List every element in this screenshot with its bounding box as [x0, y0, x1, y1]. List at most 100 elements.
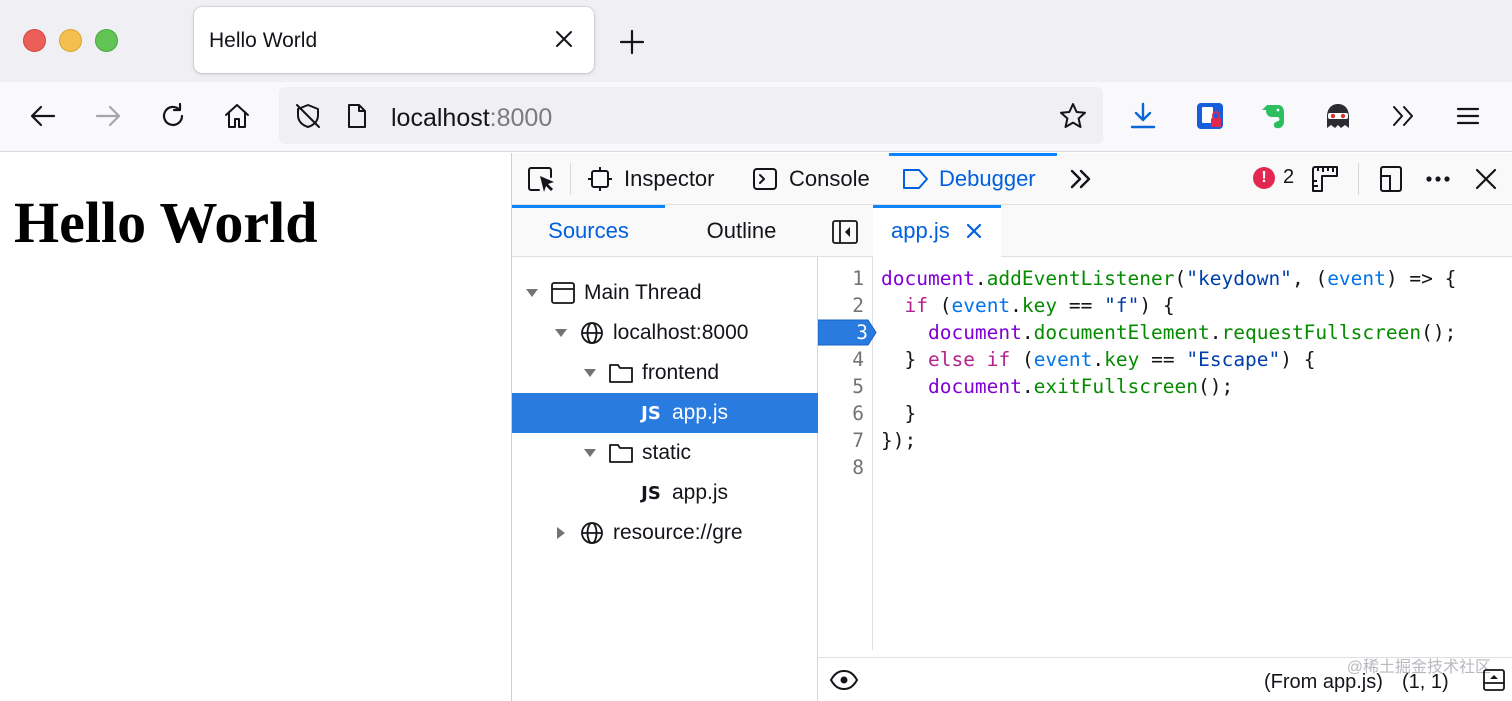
tree-item-label: resource://gre [613, 521, 743, 544]
home-button[interactable] [220, 99, 254, 133]
element-picker-icon[interactable] [526, 164, 556, 194]
toggle-sidebar-icon[interactable] [830, 217, 860, 247]
close-icon[interactable] [552, 27, 576, 51]
code-line[interactable]: document.documentElement.requestFullscre… [881, 319, 1456, 346]
navigation-toolbar: localhost:8000 [0, 82, 1512, 152]
toggle-bottom-panel-icon[interactable] [1481, 667, 1507, 693]
tree-item-localhost[interactable]: localhost:8000 [512, 313, 818, 353]
tree-item-label: app.js [672, 481, 729, 504]
line-number[interactable]: 5 [824, 373, 864, 400]
tree-item-label: Main Thread [584, 281, 702, 304]
tree-item-main-thread[interactable]: Main Thread [512, 273, 818, 313]
evernote-extension-button[interactable] [1256, 99, 1290, 133]
tab-title: Hello World [209, 29, 318, 52]
globe-icon [579, 520, 605, 546]
eye-icon[interactable] [828, 666, 860, 694]
line-number[interactable]: 8 [824, 454, 864, 481]
app-menu-button[interactable] [1451, 99, 1485, 133]
minimize-window-button[interactable] [59, 29, 82, 52]
close-window-button[interactable] [23, 29, 46, 52]
code-line[interactable]: document.exitFullscreen(); [881, 373, 1233, 400]
cursor-position: (1, 1) [1402, 671, 1449, 693]
folder-icon [608, 440, 634, 466]
tab-outline[interactable]: Outline [665, 205, 818, 257]
expanded-arrow-icon[interactable] [522, 283, 542, 303]
forward-button[interactable] [91, 99, 125, 133]
mapped-source-link[interactable]: (From app.js) [1264, 671, 1383, 694]
editor-tab-label: app.js [891, 218, 950, 243]
web-page-content: Hello World [0, 153, 511, 701]
line-number[interactable]: 2 [824, 292, 864, 319]
home-icon [225, 104, 249, 128]
dock-side-icon[interactable] [1376, 164, 1406, 194]
expanded-arrow-icon[interactable] [580, 443, 600, 463]
tab-debugger-label: Debugger [939, 166, 1036, 191]
console-icon [751, 165, 779, 193]
toolbar-divider [570, 163, 571, 195]
back-arrow-icon [30, 105, 56, 127]
close-icon[interactable] [964, 221, 984, 241]
bookmark-star-icon[interactable] [1058, 101, 1088, 131]
url-text[interactable]: localhost:8000 [391, 104, 552, 133]
tab-inspector[interactable]: Inspector [586, 153, 732, 205]
code-line[interactable]: } else if (event.key == "Escape") { [881, 346, 1315, 373]
tab-inspector-label: Inspector [624, 166, 715, 191]
forward-arrow-icon [95, 105, 121, 127]
new-tab-button[interactable] [618, 28, 646, 56]
chevron-double-right-icon [1393, 106, 1413, 126]
back-button[interactable] [26, 99, 60, 133]
error-icon: ! [1253, 166, 1275, 189]
url-host: localhost [391, 104, 490, 132]
url-bar[interactable]: localhost:8000 [279, 87, 1103, 144]
privacy-extension-button[interactable] [1321, 99, 1355, 133]
code-line[interactable]: if (event.key == "f") { [881, 292, 1174, 319]
js-file-icon: JS [641, 402, 661, 424]
line-number[interactable]: 4 [824, 346, 864, 373]
code-editor[interactable]: document.addEventListener("keydown", (ev… [873, 257, 1512, 650]
line-number[interactable]: 7 [824, 427, 864, 454]
collapsed-arrow-icon[interactable] [551, 523, 571, 543]
line-number[interactable]: 6 [824, 400, 864, 427]
tab-console[interactable]: Console [751, 153, 881, 205]
download-icon [1130, 102, 1156, 129]
editor-tab-app-js[interactable]: app.js [873, 205, 1001, 257]
expanded-arrow-icon[interactable] [551, 323, 571, 343]
tree-item-label: app.js [672, 401, 729, 424]
line-number[interactable]: 1 [824, 265, 864, 292]
source-tree: Main Thread localhost:8000 frontend JS a… [512, 273, 818, 553]
tree-item-label: frontend [642, 361, 720, 384]
breakpoint-marker[interactable]: 3 [818, 319, 878, 346]
browser-tab[interactable]: Hello World [194, 7, 594, 73]
zoom-window-button[interactable] [95, 29, 118, 52]
sources-tabs: Sources Outline [512, 205, 818, 257]
expanded-arrow-icon[interactable] [580, 363, 600, 383]
password-manager-extension-icon [1197, 103, 1223, 129]
tab-bar: Hello World [0, 0, 1512, 82]
code-line[interactable]: }); [881, 427, 916, 454]
rulers-icon[interactable] [1310, 164, 1340, 194]
tree-item-frontend-app-js[interactable]: JS app.js [512, 393, 818, 433]
devtools-toolbar: Inspector Console Debugger ! 2 [512, 153, 1512, 205]
code-line[interactable]: } [881, 400, 916, 427]
page-document-icon[interactable] [342, 101, 372, 131]
more-options-icon[interactable] [1423, 164, 1453, 194]
tab-debugger[interactable]: Debugger [889, 153, 1057, 205]
downloads-button[interactable] [1126, 99, 1160, 133]
reload-button[interactable] [156, 99, 190, 133]
more-tabs-chevron-icon[interactable] [1066, 164, 1096, 194]
tree-item-resource-gre[interactable]: resource://gre [512, 513, 818, 553]
devtools-panel: Inspector Console Debugger ! 2 Sources O… [511, 153, 1512, 701]
code-line[interactable]: document.addEventListener("keydown", (ev… [881, 265, 1456, 292]
close-devtools-icon[interactable] [1471, 164, 1501, 194]
tree-item-static-folder[interactable]: static [512, 433, 818, 473]
tracking-protection-shield-icon[interactable] [293, 101, 323, 131]
more-tools-button[interactable] [1386, 99, 1420, 133]
hamburger-menu-icon [1456, 107, 1480, 125]
password-manager-extension-button[interactable] [1193, 99, 1227, 133]
sources-pane: Sources Outline Main Thread localhost:80… [512, 205, 818, 701]
tree-item-frontend-folder[interactable]: frontend [512, 353, 818, 393]
tab-sources[interactable]: Sources [512, 205, 665, 257]
tree-item-static-app-js[interactable]: JS app.js [512, 473, 818, 513]
line-number-gutter[interactable]: 1 2 3 4 5 6 7 8 [818, 257, 877, 650]
error-count-badge[interactable]: ! 2 [1253, 166, 1294, 189]
